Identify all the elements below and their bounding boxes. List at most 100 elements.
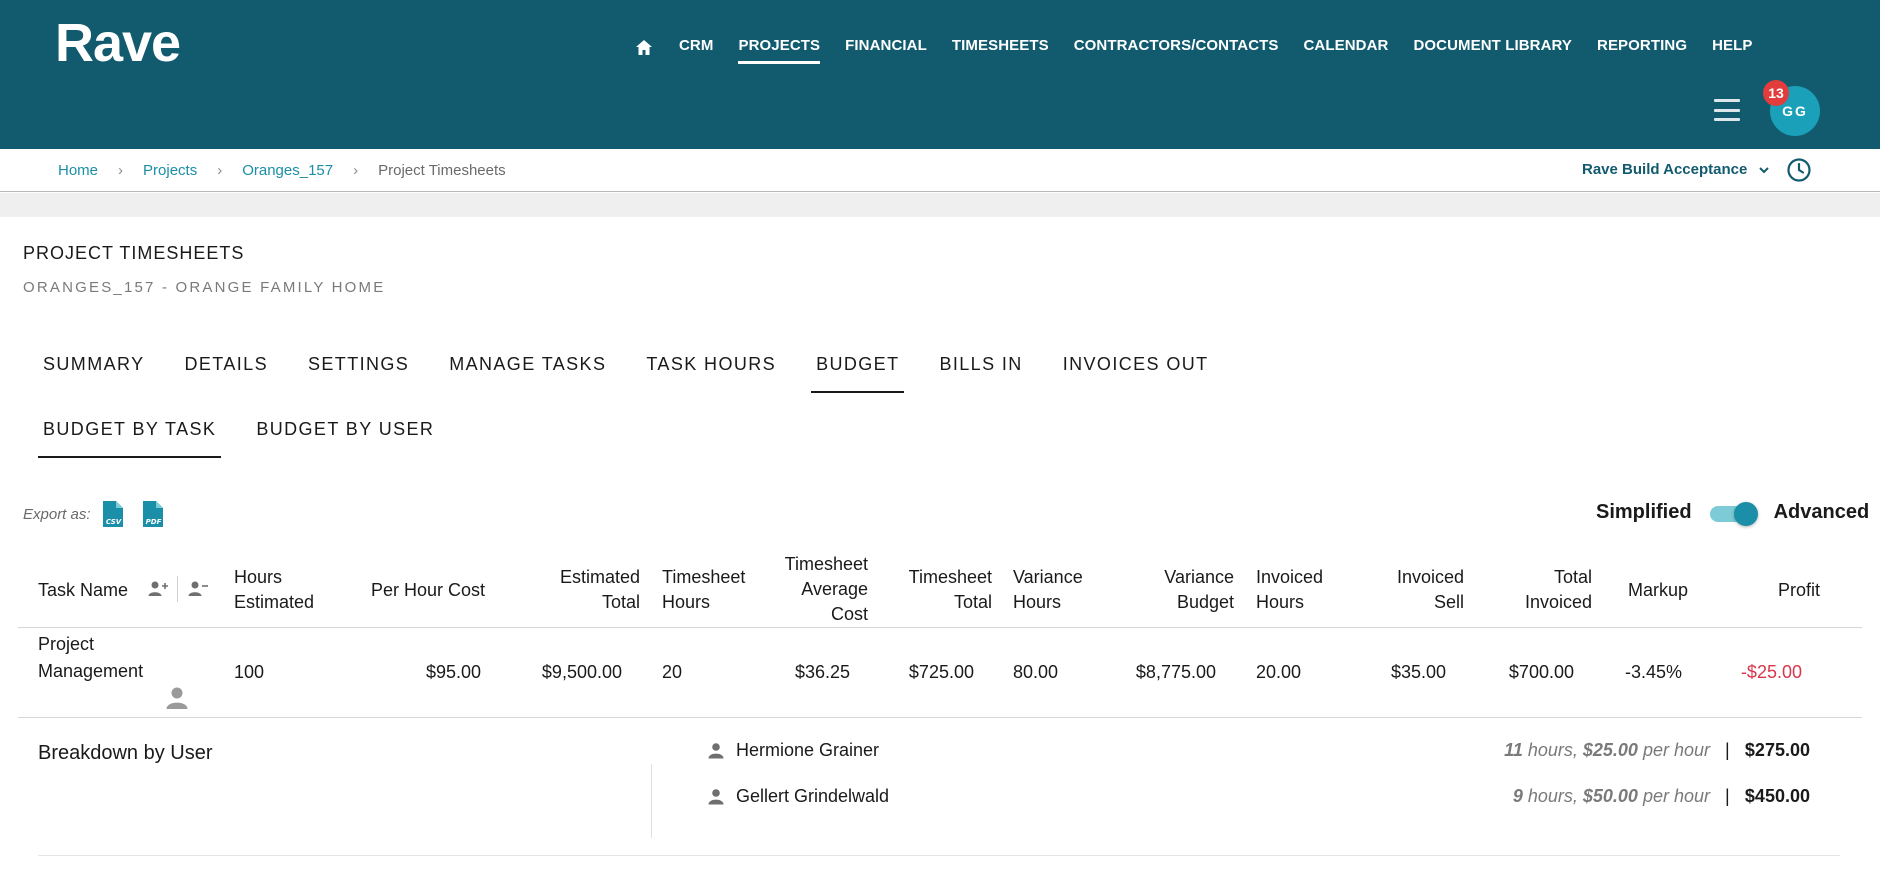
breakdown-rate: 11 hours, $25.00 per hour <box>1504 740 1710 761</box>
cell-invoiced-hours: 20.00 <box>1256 662 1302 682</box>
col-invoiced-hours-line1: Invoiced <box>1256 567 1324 587</box>
table-header: Task Name Hours Estimated Per Hour Cost … <box>18 552 1862 628</box>
col-timesheet-total-line1: Timesheet <box>908 567 992 587</box>
breakdown-total: $450.00 <box>1744 786 1810 806</box>
tab-settings[interactable]: SETTINGS <box>303 354 414 393</box>
breakdown-user: Gellert Grindelwald <box>708 786 889 807</box>
csv-file-icon[interactable]: CSV <box>101 500 125 528</box>
breadcrumb-project[interactable]: Oranges_157 <box>242 162 333 179</box>
user-remove-icon[interactable] <box>188 580 208 598</box>
toggle-advanced-label[interactable]: Advanced <box>1774 501 1870 524</box>
cell-total-invoiced: $700.00 <box>1508 662 1574 682</box>
switch-knob <box>1733 501 1758 526</box>
col-variance-hours-line2: Hours <box>1013 592 1062 612</box>
main-tabs: SUMMARY DETAILS SETTINGS MANAGE TASKS TA… <box>38 354 1244 393</box>
breadcrumb: Home › Projects › Oranges_157 › Project … <box>58 162 506 179</box>
chevron-right-icon: › <box>353 162 359 179</box>
tab-invoices-out[interactable]: INVOICES OUT <box>1058 354 1214 393</box>
breakdown-hours: 11 <box>1504 740 1523 760</box>
col-timesheet-hours[interactable]: Timesheet Hours <box>662 565 745 615</box>
col-total-invoiced[interactable]: Total Invoiced <box>1472 565 1592 615</box>
col-invoiced-sell-line1: Invoiced <box>1396 567 1464 587</box>
col-estimated-total[interactable]: Estimated Total <box>520 565 640 615</box>
nav-reporting[interactable]: REPORTING <box>1597 37 1687 58</box>
col-hours-estimated-line2: Estimated <box>234 592 315 612</box>
col-variance-hours[interactable]: Variance Hours <box>1013 565 1083 615</box>
page-subtitle: ORANGES_157 - ORANGE FAMILY HOME <box>23 279 386 296</box>
view-toggle: Simplified Advanced <box>1596 501 1870 526</box>
col-invoiced-sell[interactable]: Invoiced Sell <box>1344 565 1464 615</box>
breakdown-hours-text: hours, <box>1522 786 1583 806</box>
nav-contractors-contacts[interactable]: CONTRACTORS/CONTACTS <box>1074 37 1279 58</box>
breakdown-divider <box>651 764 652 838</box>
cell-estimated-total: $9,500.00 <box>541 662 622 682</box>
notification-badge[interactable]: 13 <box>1763 80 1789 106</box>
pdf-file-icon[interactable]: PDF <box>141 500 165 528</box>
col-per-hour-cost[interactable]: Per Hour Cost <box>371 578 485 603</box>
col-invoiced-hours[interactable]: Invoiced Hours <box>1256 565 1323 615</box>
cell-variance-hours: 80.00 <box>1013 662 1059 682</box>
user-icon[interactable] <box>166 686 188 710</box>
cell-markup: -3.45% <box>1625 662 1683 682</box>
nav-document-library[interactable]: DOCUMENT LIBRARY <box>1413 37 1572 58</box>
col-invoiced-sell-line2: Sell <box>1433 592 1464 612</box>
main-nav: CRM PROJECTS FINANCIAL TIMESHEETS CONTRA… <box>635 37 1778 64</box>
cell-task-name: Project Management <box>38 634 144 681</box>
col-hours-estimated[interactable]: Hours Estimated <box>234 565 314 615</box>
breadcrumb-projects[interactable]: Projects <box>143 162 197 179</box>
pdf-label: PDF <box>145 518 161 526</box>
table-row[interactable]: Project Management 100 $95.00 $9,500.00 … <box>18 629 1862 718</box>
nav-crm[interactable]: CRM <box>679 37 713 58</box>
col-timesheet-total[interactable]: Timesheet Total <box>872 565 992 615</box>
nav-calendar[interactable]: CALENDAR <box>1304 37 1389 58</box>
breakdown-user-name: Hermione Grainer <box>736 740 880 760</box>
col-profit[interactable]: Profit <box>1700 578 1820 603</box>
col-timesheet-average-line1: Timesheet <box>784 554 868 574</box>
col-variance-budget-line2: Budget <box>1176 592 1234 612</box>
col-variance-hours-line1: Variance <box>1013 567 1083 587</box>
header-divider <box>177 576 178 602</box>
tab-summary[interactable]: SUMMARY <box>38 354 149 393</box>
cell-invoiced-sell: $35.00 <box>1390 662 1446 682</box>
chevron-down-icon <box>1759 166 1770 173</box>
col-estimated-total-line1: Estimated <box>559 567 640 587</box>
nav-timesheets[interactable]: TIMESHEETS <box>952 37 1049 58</box>
breakdown-rate: 9 hours, $50.00 per hour <box>1513 786 1710 807</box>
clock-icon[interactable] <box>1786 157 1812 183</box>
tab-bills-in[interactable]: BILLS IN <box>934 354 1027 393</box>
toggle-simplified-label[interactable]: Simplified <box>1596 501 1692 524</box>
cell-variance-budget: $8,775.00 <box>1135 662 1216 682</box>
breakdown-title: Breakdown by User <box>38 742 213 764</box>
cell-profit: -$25.00 <box>1740 662 1802 682</box>
tab-budget-by-task[interactable]: BUDGET BY TASK <box>38 419 222 458</box>
nav-financial[interactable]: FINANCIAL <box>845 37 927 58</box>
tab-budget-by-user[interactable]: BUDGET BY USER <box>251 419 439 458</box>
col-total-invoiced-line2: Invoiced <box>1524 592 1592 612</box>
workspace-selector[interactable]: Rave Build Acceptance <box>1582 161 1771 178</box>
home-icon[interactable] <box>635 38 657 58</box>
tab-details[interactable]: DETAILS <box>179 354 273 393</box>
hamburger-menu-icon[interactable] <box>1714 99 1740 121</box>
nav-help[interactable]: HELP <box>1712 37 1752 58</box>
app-logo[interactable]: Rave <box>55 12 181 74</box>
breakdown-rate-value: $25.00 <box>1582 740 1638 760</box>
chevron-right-icon: › <box>118 162 124 179</box>
tab-task-hours[interactable]: TASK HOURS <box>641 354 781 393</box>
user-add-icon[interactable] <box>148 580 168 598</box>
breakdown-user-name: Gellert Grindelwald <box>736 786 890 806</box>
view-mode-switch[interactable] <box>1709 501 1758 526</box>
chevron-right-icon: › <box>217 162 223 179</box>
tab-manage-tasks[interactable]: MANAGE TASKS <box>444 354 611 393</box>
col-variance-budget[interactable]: Variance Budget <box>1114 565 1234 615</box>
cell-timesheet-total: $725.00 <box>908 662 974 682</box>
nav-projects[interactable]: PROJECTS <box>738 37 820 64</box>
col-timesheet-average-cost[interactable]: Timesheet Average Cost <box>748 552 868 627</box>
user-icon <box>708 789 724 805</box>
breadcrumb-home[interactable]: Home <box>58 162 98 179</box>
cell-per-hour-cost: $95.00 <box>425 662 481 682</box>
tab-budget[interactable]: BUDGET <box>811 354 905 393</box>
breadcrumb-bar: Home › Projects › Oranges_157 › Project … <box>0 149 1880 192</box>
col-task-name[interactable]: Task Name <box>38 578 128 603</box>
sub-tabs: BUDGET BY TASK BUDGET BY USER <box>38 419 469 458</box>
export-label: Export as: <box>23 505 91 523</box>
